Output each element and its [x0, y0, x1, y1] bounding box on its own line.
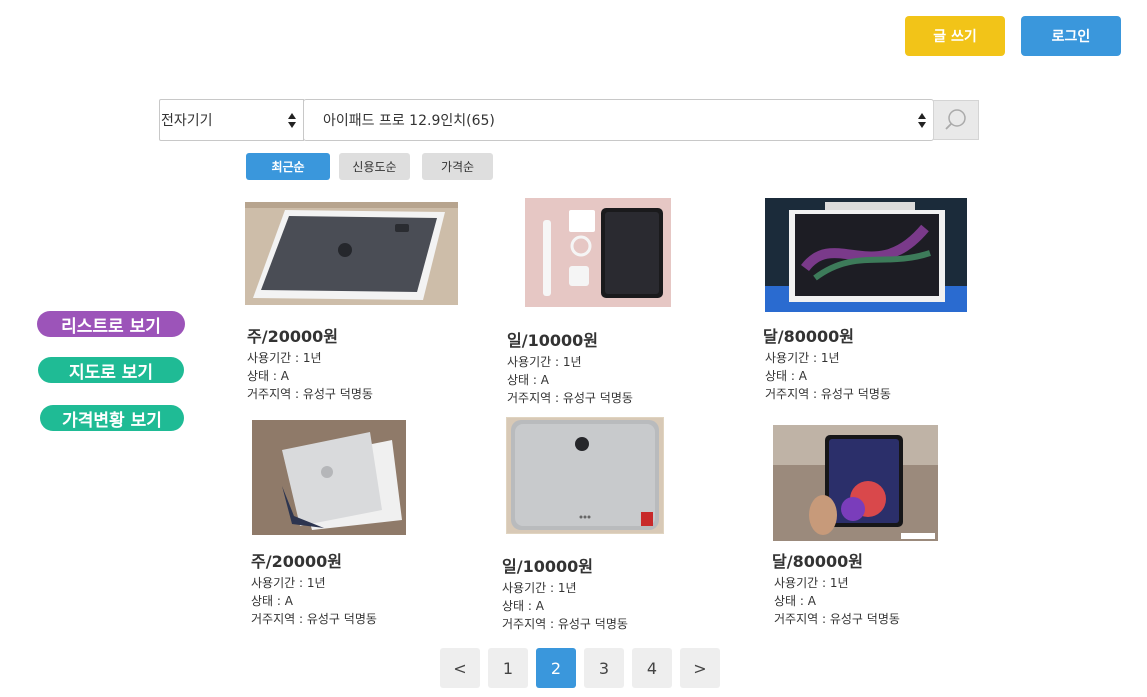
search-button[interactable] — [933, 100, 979, 140]
usage-period: 사용기간 : 1년 — [774, 576, 849, 590]
usage-period: 사용기간 : 1년 — [247, 351, 322, 365]
condition: 상태 : A — [251, 594, 293, 608]
product-image[interactable] — [245, 202, 458, 305]
sort-price-tab[interactable]: 가격순 — [422, 153, 493, 180]
product-price: 일/10000원 — [502, 557, 593, 576]
product-image[interactable] — [506, 417, 664, 534]
item-select[interactable]: 아이패드 프로 12.9인치(65) — [303, 99, 934, 141]
write-post-button[interactable]: 글 쓰기 — [905, 16, 1005, 56]
login-button[interactable]: 로그인 — [1021, 16, 1121, 56]
usage-period: 사용기간 : 1년 — [251, 576, 326, 590]
condition: 상태 : A — [507, 373, 549, 387]
usage-period: 사용기간 : 1년 — [507, 355, 582, 369]
region: 거주지역 : 유성구 덕명동 — [502, 617, 628, 631]
product-info: 사용기간 : 1년 상태 : A 거주지역 : 유성구 덕명동 — [502, 579, 628, 633]
select-arrows-icon — [287, 111, 297, 131]
product-image[interactable] — [765, 198, 967, 312]
sort-credit-tab[interactable]: 신용도순 — [339, 153, 410, 180]
search-icon — [945, 109, 966, 130]
pagination-page-3[interactable]: 3 — [584, 648, 624, 688]
page: 글 쓰기 로그인 전자기기 아이패드 프로 12.9인치(65) 최근순 신용도… — [0, 0, 1147, 697]
region: 거주지역 : 유성구 덕명동 — [251, 612, 377, 626]
select-arrows-icon — [917, 111, 927, 131]
product-price: 달/80000원 — [763, 327, 854, 346]
region: 거주지역 : 유성구 덕명동 — [765, 387, 891, 401]
product-price: 주/20000원 — [251, 552, 342, 571]
category-select-value: 전자기기 — [161, 113, 213, 129]
product-image[interactable] — [525, 198, 671, 307]
condition: 상태 : A — [502, 599, 544, 613]
product-image[interactable] — [773, 425, 938, 541]
product-info: 사용기간 : 1년 상태 : A 거주지역 : 유성구 덕명동 — [251, 574, 377, 628]
pagination-prev-button[interactable]: < — [440, 648, 480, 688]
pagination-page-2[interactable]: 2 — [536, 648, 576, 688]
product-price: 일/10000원 — [507, 331, 598, 350]
map-view-button[interactable]: 지도로 보기 — [38, 357, 184, 383]
item-select-value: 아이패드 프로 12.9인치(65) — [323, 113, 495, 129]
condition: 상태 : A — [765, 369, 807, 383]
product-info: 사용기간 : 1년 상태 : A 거주지역 : 유성구 덕명동 — [774, 574, 900, 628]
region: 거주지역 : 유성구 덕명동 — [774, 612, 900, 626]
pagination-page-4[interactable]: 4 — [632, 648, 672, 688]
category-select[interactable]: 전자기기 — [159, 99, 304, 141]
list-view-button[interactable]: 리스트로 보기 — [37, 311, 185, 337]
condition: 상태 : A — [774, 594, 816, 608]
usage-period: 사용기간 : 1년 — [765, 351, 840, 365]
region: 거주지역 : 유성구 덕명동 — [507, 391, 633, 405]
product-info: 사용기간 : 1년 상태 : A 거주지역 : 유성구 덕명동 — [247, 349, 373, 403]
price-trend-button[interactable]: 가격변황 보기 — [40, 405, 184, 431]
pagination-page-1[interactable]: 1 — [488, 648, 528, 688]
pagination-next-button[interactable]: > — [680, 648, 720, 688]
product-info: 사용기간 : 1년 상태 : A 거주지역 : 유성구 덕명동 — [765, 349, 891, 403]
product-info: 사용기간 : 1년 상태 : A 거주지역 : 유성구 덕명동 — [507, 353, 633, 407]
product-price: 주/20000원 — [247, 327, 338, 346]
product-image[interactable] — [252, 420, 406, 535]
usage-period: 사용기간 : 1년 — [502, 581, 577, 595]
condition: 상태 : A — [247, 369, 289, 383]
sort-recent-tab[interactable]: 최근순 — [246, 153, 330, 180]
region: 거주지역 : 유성구 덕명동 — [247, 387, 373, 401]
product-price: 달/80000원 — [772, 552, 863, 571]
